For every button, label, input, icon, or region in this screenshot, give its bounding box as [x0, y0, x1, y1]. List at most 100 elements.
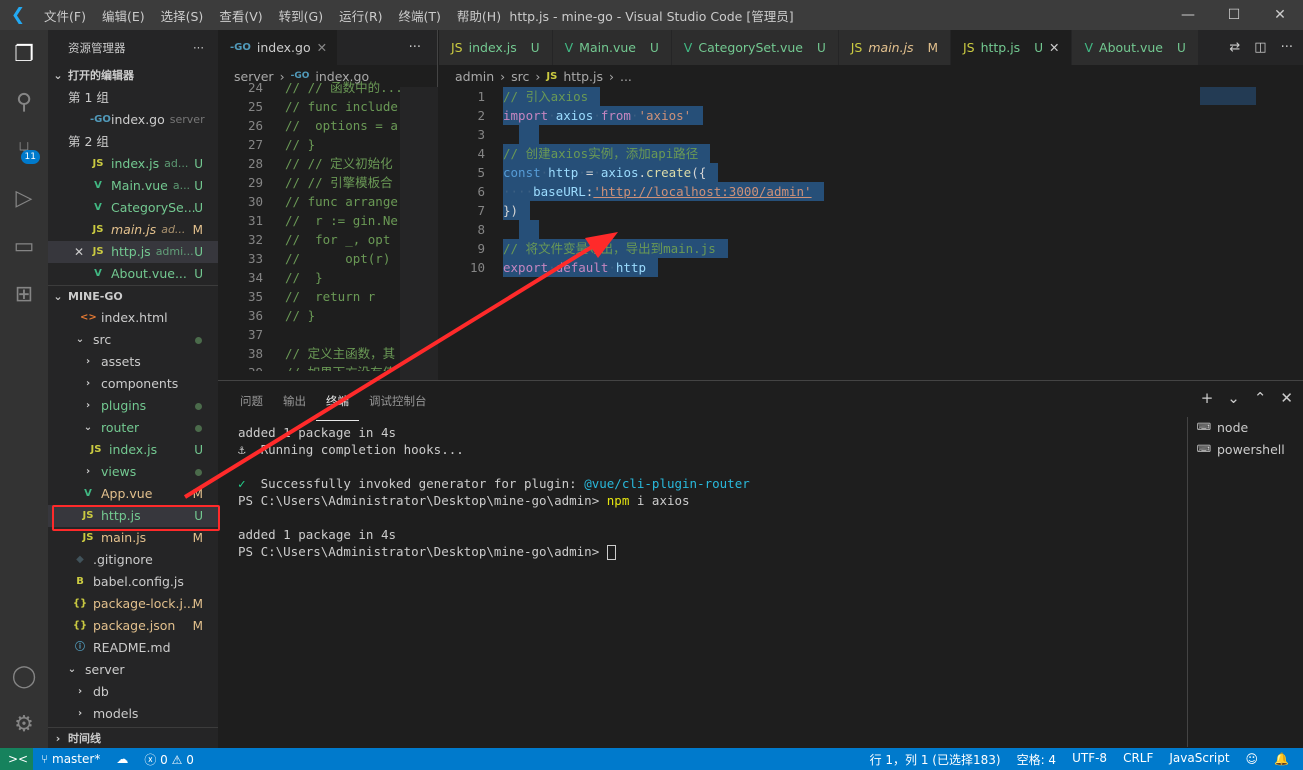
close-window-button[interactable]: ✕ [1257, 0, 1303, 30]
folder-item[interactable]: › assets [48, 351, 218, 373]
account-icon[interactable]: ◯ [0, 652, 48, 700]
language-mode[interactable]: JavaScript [1161, 751, 1237, 768]
code-token: const [503, 165, 541, 180]
terminal-instance[interactable]: ⌨ node [1188, 417, 1303, 439]
open-editor-item[interactable]: V CategorySe... U [48, 197, 218, 219]
code-area[interactable]: 24 // // 函数中的... 25 // func include 26 // opt… [218, 78, 400, 371]
encoding[interactable]: UTF-8 [1064, 751, 1115, 768]
more-actions-icon[interactable]: ··· [1281, 40, 1293, 55]
folder-item[interactable]: ⌄ src [48, 329, 218, 351]
file-item[interactable]: Bbabel.config.js [48, 571, 218, 593]
timeline-header[interactable]: › 时间线 [48, 727, 218, 748]
new-terminal-icon[interactable]: + [1201, 389, 1214, 407]
code-token: · [630, 108, 639, 123]
menu-item[interactable]: 运行(R) [331, 6, 390, 25]
editor-more-button[interactable]: ··· [393, 30, 437, 65]
menu-item[interactable]: 文件(F) [36, 6, 94, 25]
maximize-button[interactable]: ☐ [1211, 0, 1257, 30]
code-token: default [555, 260, 609, 275]
folder-item[interactable]: ⌄ router [48, 417, 218, 439]
code-area[interactable]: 1// 引入axios 2 import·axios·from·'axios' 3 4… [433, 87, 1303, 277]
minimap[interactable] [1200, 87, 1290, 107]
tab-main-js[interactable]: JS main.js M [838, 30, 951, 65]
source-control-button[interactable]: ⑂11 [0, 126, 48, 174]
project-header[interactable]: ⌄ MINE-GO [48, 285, 218, 307]
open-editor-item[interactable]: JS main.js ad... M [48, 219, 218, 241]
terminal-dropdown-icon[interactable]: ⌄ [1227, 389, 1240, 407]
panel-tab[interactable]: 问题 [230, 381, 273, 421]
file-item[interactable]: JS index.js U [48, 439, 218, 461]
cursor-position[interactable]: 行 1，列 1 (已选择183) [862, 751, 1009, 768]
open-editor-item[interactable]: JS index.js ad... U [48, 153, 218, 175]
open-editor-item[interactable]: -GO index.go server [48, 109, 218, 131]
close-tab-icon[interactable]: ✕ [1049, 40, 1059, 55]
terminal-icon: ⌨ [1196, 422, 1212, 433]
terminal-instance[interactable]: ⌨ powershell [1188, 439, 1303, 461]
run-debug-button[interactable]: ▷ [0, 174, 48, 222]
indentation[interactable]: 空格: 4 [1009, 751, 1065, 768]
close-tab-icon[interactable]: ✕ [317, 40, 327, 55]
tab-index-go[interactable]: -GO index.go ✕ [218, 30, 338, 65]
folder-item[interactable]: › views [48, 461, 218, 483]
file-item[interactable]: {} package-lock.j... M [48, 593, 218, 615]
menu-item[interactable]: 转到(G) [271, 6, 331, 25]
split-editor-icon[interactable]: ◫ [1254, 40, 1266, 55]
file-item[interactable]: V App.vue M [48, 483, 218, 505]
terminal-output[interactable]: added 1 package in 4s ⚓ Running completio… [238, 424, 750, 560]
remote-explorer-button[interactable]: ▭ [0, 222, 48, 270]
branch-name: master* [52, 752, 101, 766]
close-panel-icon[interactable]: ✕ [1280, 389, 1293, 407]
menu-item[interactable]: 终端(T) [391, 6, 449, 25]
settings-gear-icon[interactable]: ⚙ [0, 700, 48, 748]
panel-tab[interactable]: 调试控制台 [359, 381, 437, 421]
open-editor-item[interactable]: V About.vue... U [48, 263, 218, 285]
file-item[interactable]: ◆ .gitignore [48, 549, 218, 571]
folder-item[interactable]: › plugins [48, 395, 218, 417]
go-file-icon: -GO [230, 42, 251, 53]
panel-tab[interactable]: 输出 [273, 381, 316, 421]
breadcrumb-item[interactable]: http.js [563, 69, 603, 84]
folder-item[interactable]: ⌄ server [48, 659, 218, 681]
minimize-button[interactable]: — [1165, 0, 1211, 30]
terminal-text: npm [606, 493, 630, 508]
open-editor-item[interactable]: V Main.vue a... U [48, 175, 218, 197]
breadcrumb-item[interactable]: admin [455, 69, 494, 84]
remote-indicator[interactable]: >< [0, 748, 33, 770]
tab-http-js[interactable]: JS http.js U ✕ [950, 30, 1073, 65]
panel-tab[interactable]: 终端 [316, 387, 359, 421]
maximize-panel-icon[interactable]: ⌃ [1254, 389, 1267, 407]
file-item[interactable]: {} package.json M [48, 615, 218, 637]
menu-item[interactable]: 选择(S) [153, 6, 212, 25]
open-editor-item[interactable]: ✕ JS http.js admi... U [48, 241, 218, 263]
close-editor-icon[interactable]: ✕ [74, 241, 84, 263]
breadcrumb-item[interactable]: src [511, 69, 529, 84]
file-item[interactable]: <> index.html [48, 307, 218, 329]
feedback-icon[interactable]: ☺ [1238, 752, 1267, 766]
search-button[interactable]: ⚲ [0, 78, 48, 126]
folder-item[interactable]: › db [48, 681, 218, 703]
notifications-bell-icon[interactable]: 🔔 [1266, 752, 1303, 766]
menu-item[interactable]: 查看(V) [211, 6, 270, 25]
explorer-sidebar: 资源管理器 ··· ⌄ 打开的编辑器 第 1 组 -GO index.go server 第… [48, 30, 218, 748]
chevron-right-icon: › [85, 356, 91, 367]
line-ending[interactable]: CRLF [1115, 751, 1161, 768]
open-changes-icon[interactable]: ⇄ [1229, 40, 1240, 55]
branch-indicator[interactable]: ⑂ master* [33, 752, 108, 766]
folder-item[interactable]: › components [48, 373, 218, 395]
sync-button[interactable]: ☁ [108, 752, 136, 766]
folder-item[interactable]: › models [48, 703, 218, 725]
explorer-more-button[interactable]: ··· [193, 41, 204, 55]
extensions-button[interactable]: ⊞ [0, 270, 48, 318]
file-item[interactable]: ⓘ README.md [48, 637, 218, 659]
tab-categoryset-vue[interactable]: V CategorySet.vue U [671, 30, 839, 65]
explorer-button[interactable]: ❐ [0, 30, 48, 78]
menu-item[interactable]: 编辑(E) [94, 6, 153, 25]
tab-about-vue[interactable]: V About.vue U [1072, 30, 1199, 65]
tab-index-js[interactable]: JS index.js U [439, 30, 553, 65]
breadcrumb-item[interactable]: ... [620, 69, 632, 84]
go-file-icon: -GO [90, 114, 111, 125]
menu-item[interactable]: 帮助(H) [449, 6, 509, 25]
tab-main-vue[interactable]: V Main.vue U [552, 30, 672, 65]
open-editors-header[interactable]: ⌄ 打开的编辑器 [48, 65, 218, 87]
problems-indicator[interactable]: ⓧ 0 ⚠ 0 [136, 751, 202, 768]
